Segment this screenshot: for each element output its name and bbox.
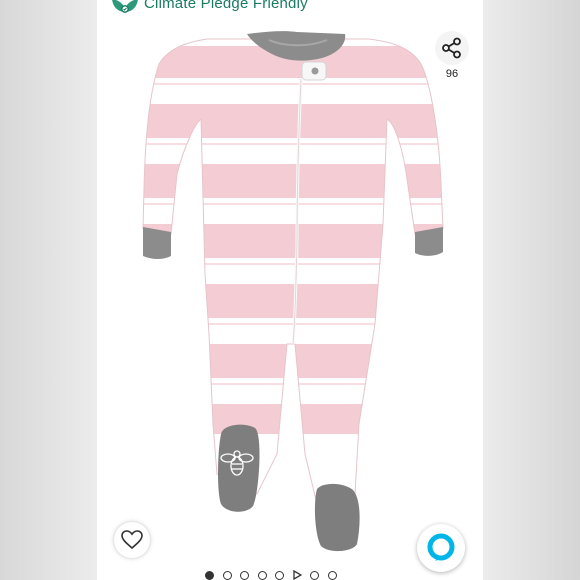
wishlist-button[interactable] [114, 522, 150, 558]
alexa-ring-icon [427, 533, 455, 561]
play-icon [292, 570, 302, 580]
carousel-dot[interactable] [327, 570, 337, 580]
carousel-video-indicator[interactable] [292, 570, 302, 580]
share-icon [442, 37, 461, 59]
background-left [0, 0, 97, 580]
share-button[interactable] [435, 31, 469, 65]
carousel-dot[interactable] [310, 570, 319, 580]
carousel-dot[interactable] [257, 570, 267, 580]
product-card: Climate Pledge Friendly 96 [97, 0, 483, 580]
climate-pledge-banner[interactable]: Climate Pledge Friendly [97, 0, 483, 22]
share-count: 96 [445, 68, 459, 80]
carousel-dot[interactable] [240, 570, 249, 580]
climate-pledge-label: Climate Pledge Friendly [144, 0, 308, 12]
carousel-dot[interactable] [222, 570, 232, 580]
carousel-indicators [205, 569, 337, 580]
heart-icon [121, 530, 143, 550]
climate-pledge-leaf-icon [112, 0, 138, 13]
product-image[interactable] [97, 24, 483, 554]
background-right [483, 0, 580, 580]
carousel-dot[interactable] [205, 570, 214, 580]
alexa-button[interactable] [417, 524, 465, 572]
footed-sleeper-illustration [142, 31, 444, 552]
carousel-dot[interactable] [275, 570, 284, 580]
